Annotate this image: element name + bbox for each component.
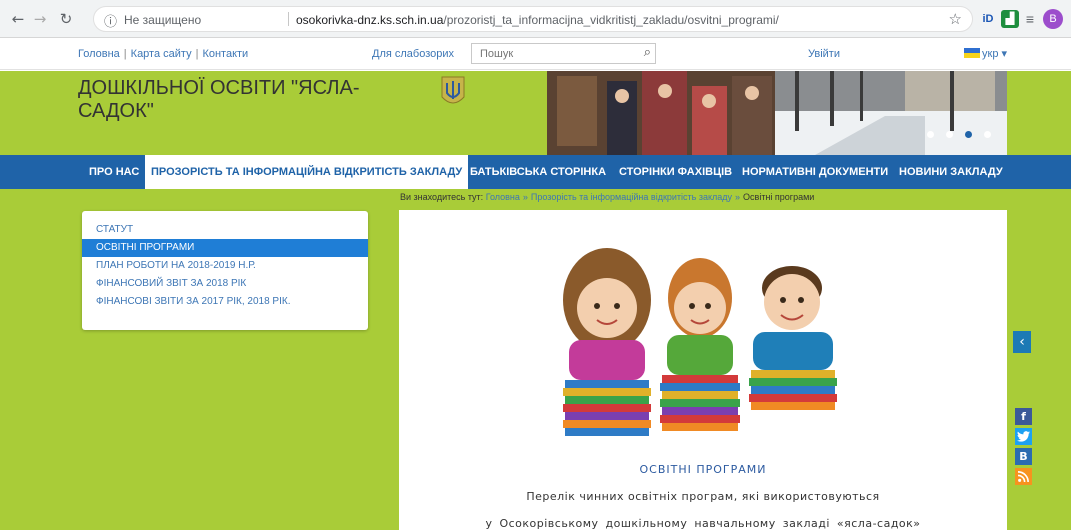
link-separator: | [195, 48, 199, 60]
photo-slider[interactable] [547, 71, 1007, 155]
side-menu: СТАТУТ ОСВІТНІ ПРОГРАМИ ПЛАН РОБОТИ НА 2… [82, 211, 368, 330]
nav-item-transparency[interactable]: ПРОЗОРІСТЬ ТА ІНФОРМАЦІЙНА ВІДКРИТІСТЬ З… [145, 155, 469, 189]
back-icon[interactable]: ← [8, 9, 28, 29]
site-title: ДОШКІЛЬНОЇ ОСВІТИ "ЯСЛА-САДОК" [78, 77, 360, 122]
url-path: /prozoristj_ta_informacijna_vidkritistj_… [443, 13, 779, 27]
nav-item-parents[interactable]: БАТЬКІВСЬКА СТОРІНКА [464, 155, 612, 189]
ukraine-flag-icon [964, 48, 980, 58]
link-separator: | [123, 48, 127, 60]
screenshot-root: ← → ↻ ⓘ Не защищено osokorivka-dnz.ks.sc… [0, 0, 1071, 530]
top-link-home[interactable]: Головна [78, 48, 120, 60]
facebook-icon[interactable]: f [1015, 408, 1032, 425]
browser-toolbar: ← → ↻ ⓘ Не защищено osokorivka-dnz.ks.sc… [0, 0, 1071, 38]
side-item-financial-report-2018[interactable]: ФІНАНСОВИЙ ЗВІТ ЗА 2018 РІК [82, 275, 368, 293]
language-label: укр [982, 48, 999, 60]
side-item-financial-reports-2017-2018[interactable]: ФІНАНСОВІ ЗВІТИ ЗА 2017 РІК, 2018 РІК. [82, 293, 368, 311]
top-link-contacts[interactable]: Контакти [202, 48, 248, 60]
nav-item-specialists[interactable]: СТОРІНКИ ФАХІВЦІВ [613, 155, 738, 189]
breadcrumb-current: Освітні програми [743, 192, 815, 202]
slider-dot[interactable] [984, 131, 991, 138]
twitter-icon[interactable] [1015, 428, 1032, 445]
nav-item-about[interactable]: ПРО НАС [83, 155, 145, 189]
intro-text-line-2: у Осокорівському дошкільному навчальному… [485, 517, 921, 530]
nav-item-regulations[interactable]: НОРМАТИВНІ ДОКУМЕНТИ [736, 155, 894, 189]
ext-green-icon[interactable]: ▟ [1001, 10, 1019, 28]
search-icon[interactable]: ⌕ [644, 45, 651, 60]
main-nav: ПРО НАС ПРОЗОРІСТЬ ТА ІНФОРМАЦІЙНА ВІДКР… [0, 155, 1071, 189]
omnibox-divider [288, 12, 289, 26]
slider-dot[interactable] [946, 131, 953, 138]
address-bar[interactable]: ⓘ Не защищено osokorivka-dnz.ks.sch.in.u… [93, 6, 973, 32]
breadcrumb-separator: » [735, 192, 741, 202]
search-box: ⌕ [471, 43, 656, 64]
slider-dot[interactable] [927, 131, 934, 138]
reload-icon[interactable]: ↻ [56, 9, 76, 29]
rss-glyph [1017, 471, 1029, 483]
side-item-programs[interactable]: ОСВІТНІ ПРОГРАМИ [82, 239, 368, 257]
side-item-statute[interactable]: СТАТУТ [82, 221, 368, 239]
breadcrumb-home[interactable]: Головна [486, 192, 520, 202]
url-text[interactable]: osokorivka-dnz.ks.sch.in.ua/prozoristj_t… [296, 13, 779, 27]
star-icon[interactable]: ☆ [949, 10, 962, 28]
breadcrumb-transparency[interactable]: Прозорість та інформаційна відкритість з… [531, 192, 732, 202]
trident-emblem-icon [441, 76, 465, 104]
ext-id-icon[interactable]: iD [979, 10, 997, 28]
search-input[interactable] [472, 44, 632, 63]
login-link[interactable]: Увійти [808, 48, 840, 60]
page-heading: ОСВІТНІ ПРОГРАМИ [639, 463, 767, 476]
security-label: Не защищено [124, 13, 202, 27]
forward-icon[interactable]: → [30, 9, 50, 29]
top-link-sitemap[interactable]: Карта сайту [131, 48, 192, 60]
slide-photo-children-costumes [547, 71, 775, 155]
nav-item-news[interactable]: НОВИНИ ЗАКЛАДУ [893, 155, 1009, 189]
twitter-bird-glyph [1017, 431, 1030, 442]
language-selector[interactable]: укр ▾ [964, 47, 1007, 60]
slider-dot-active[interactable] [965, 131, 972, 138]
avatar[interactable]: B [1043, 9, 1063, 29]
rss-icon[interactable] [1015, 468, 1032, 485]
site-topbar: Головна | Карта сайту | Контакти Для слабозо… [0, 38, 1071, 70]
low-vision-link[interactable]: Для слабозорих [372, 48, 454, 60]
slide-photo-a-art [547, 71, 775, 155]
children-on-books-image [563, 248, 837, 436]
vk-icon[interactable]: B [1015, 448, 1032, 465]
caret-down-icon: ▾ [1001, 48, 1008, 60]
slide-photo-winter-building [775, 71, 1007, 155]
top-links: Головна | Карта сайту | Контакти [78, 48, 248, 60]
main-content: ОСВІТНІ ПРОГРАМИ Перелік чинних освітніх… [399, 210, 1007, 530]
site-header: ДОШКІЛЬНОЇ ОСВІТИ "ЯСЛА-САДОК" [0, 71, 1071, 155]
side-item-work-plan[interactable]: ПЛАН РОБОТИ НА 2018-2019 Н.Р. [82, 257, 368, 275]
breadcrumb: Ви знаходитесь тут: Головна» Прозорість т… [400, 192, 814, 202]
breadcrumb-prefix: Ви знаходитесь тут: [400, 192, 484, 202]
intro-text-line-1: Перелік чинних освітніх програм, які вик… [526, 490, 880, 503]
chevron-left-icon[interactable]: ‹ [1013, 331, 1031, 353]
reading-list-icon[interactable]: ≡ [1021, 10, 1039, 28]
slide-photo-b-art [775, 71, 1007, 155]
info-icon[interactable]: ⓘ [104, 11, 117, 30]
url-domain: osokorivka-dnz.ks.sch.in.ua [296, 13, 444, 27]
breadcrumb-separator: » [522, 192, 528, 202]
